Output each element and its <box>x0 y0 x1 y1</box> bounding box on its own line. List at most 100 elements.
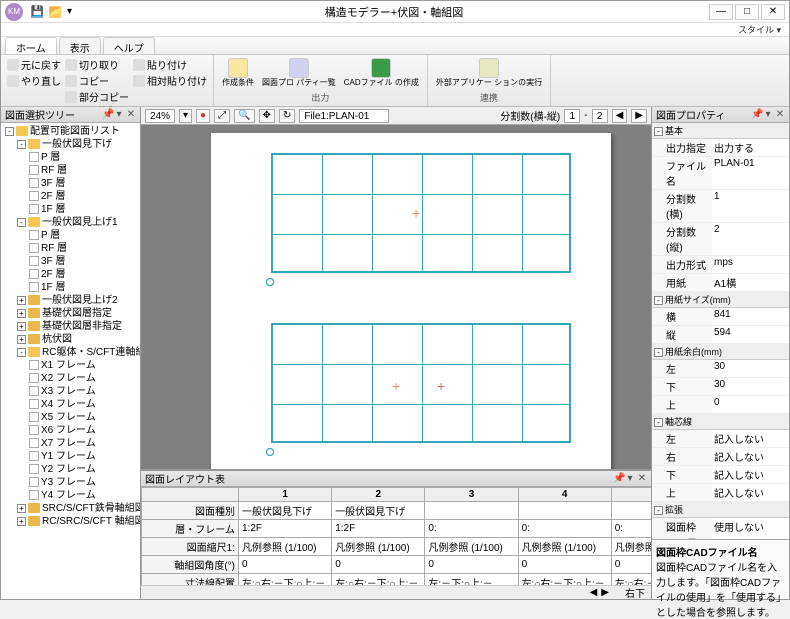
tab-view[interactable]: 表示 <box>59 37 101 54</box>
cut-button[interactable]: 切り取り <box>65 57 129 72</box>
property-list-button[interactable]: 図面プロ パティ一覧 <box>260 57 338 88</box>
table-header[interactable]: 4 <box>518 488 611 502</box>
tree-leaf[interactable]: RF 層 <box>29 164 138 177</box>
file-display[interactable]: File1:PLAN-01 <box>299 109 389 123</box>
tree-leaf[interactable]: X6 フレーム <box>29 424 138 437</box>
maximize-button[interactable]: □ <box>735 4 759 20</box>
property-row[interactable]: ファイル名PLAN-01 <box>652 157 789 190</box>
tab-help[interactable]: ヘルプ <box>103 37 155 54</box>
qat-dropdown-icon[interactable]: ▾ <box>67 6 79 18</box>
tab-home[interactable]: ホーム <box>5 37 57 54</box>
property-row[interactable]: 図面枠CADフ...使用しない <box>652 518 789 539</box>
split-v-input[interactable]: 2 <box>592 109 608 123</box>
prev-page-icon[interactable]: ◀ <box>612 109 628 123</box>
close-button[interactable]: ✕ <box>761 4 785 20</box>
create-cad-file-button[interactable]: CADファイル の作成 <box>342 57 421 88</box>
tree-close-icon[interactable]: ✕ <box>126 109 136 120</box>
property-grid[interactable]: -基本出力指定出力するファイル名PLAN-01分割数(横)1分割数(縦)2出力形… <box>652 123 789 539</box>
table-header[interactable]: 2 <box>332 488 425 502</box>
tree-dropdown-icon[interactable]: ▾ <box>114 109 124 120</box>
refresh-icon[interactable]: ↻ <box>279 109 295 123</box>
property-row[interactable]: 右記入しない <box>652 448 789 466</box>
qat-open-icon[interactable]: 📂 <box>49 6 61 18</box>
qat-save-icon[interactable]: 💾 <box>31 6 43 18</box>
tree-leaf[interactable]: 1F 層 <box>29 281 138 294</box>
tree-leaf[interactable]: X2 フレーム <box>29 372 138 385</box>
tree-leaf[interactable]: X1 フレーム <box>29 359 138 372</box>
property-row[interactable]: 用紙A1横 <box>652 274 789 292</box>
table-row[interactable]: 層・フレーム1:2F1:2F0:0:0:0:0: <box>142 520 652 538</box>
property-row[interactable]: 出力指定出力する <box>652 139 789 157</box>
property-row[interactable]: 上0 <box>652 396 789 414</box>
tree-node[interactable]: +一般伏図見上げ2 <box>17 294 138 307</box>
property-row[interactable]: 上記入しない <box>652 484 789 502</box>
create-conditions-button[interactable]: 作成条件 <box>220 57 256 88</box>
tree-leaf[interactable]: Y2 フレーム <box>29 463 138 476</box>
property-row[interactable]: 縦594 <box>652 326 789 344</box>
tree-leaf[interactable]: P 層 <box>29 151 138 164</box>
tree-node[interactable]: +RC/SRC/S/CFT 軸組図 <box>17 515 138 528</box>
relative-paste-button[interactable]: 相対貼り付け <box>133 73 207 88</box>
property-section[interactable]: -用紙サイズ(mm) <box>652 292 789 308</box>
layout-close-icon[interactable]: ✕ <box>637 473 647 484</box>
split-h-input[interactable]: 1 <box>564 109 580 123</box>
tree-leaf[interactable]: X4 フレーム <box>29 398 138 411</box>
property-section[interactable]: -基本 <box>652 123 789 139</box>
layout-dropdown-icon[interactable]: ▾ <box>625 473 635 484</box>
tree-leaf[interactable]: X5 フレーム <box>29 411 138 424</box>
tree-leaf[interactable]: 2F 層 <box>29 268 138 281</box>
property-row[interactable]: 出力形式mps <box>652 256 789 274</box>
paste-button[interactable]: 貼り付け <box>133 57 207 72</box>
scroll-right-icon[interactable]: ▶ <box>601 587 609 598</box>
undo-button[interactable]: 元に戻す <box>7 57 61 72</box>
prop-close-icon[interactable]: ✕ <box>775 109 785 120</box>
tree-pin-icon[interactable]: 📌 <box>102 109 112 120</box>
property-row[interactable]: 分割数(横)1 <box>652 190 789 223</box>
property-row[interactable]: 左記入しない <box>652 430 789 448</box>
property-section[interactable]: -拡張 <box>652 502 789 518</box>
table-row[interactable]: 寸法線配置左:○右:－下:○上:－左:○右:－下:○上:－左:－下:○上:－左:… <box>142 574 652 586</box>
zoom-dropdown-icon[interactable]: ▾ <box>179 109 192 123</box>
tree-node[interactable]: -一般伏図見下げP 層RF 層3F 層2F 層1F 層 <box>17 138 138 216</box>
tree-leaf[interactable]: Y3 フレーム <box>29 476 138 489</box>
tree-leaf[interactable]: Y4 フレーム <box>29 489 138 502</box>
drawing-tree[interactable]: -配置可能図面リスト-一般伏図見下げP 層RF 層3F 層2F 層1F 層-一般… <box>1 123 140 599</box>
property-row[interactable]: 横841 <box>652 308 789 326</box>
pan-icon[interactable]: ✥ <box>259 109 275 123</box>
tree-node[interactable]: -一般伏図見上げ1P 層RF 層3F 層2F 層1F 層 <box>17 216 138 294</box>
external-app-button[interactable]: 外部アプリケー ションの実行 <box>434 57 544 88</box>
zoom-fit-icon[interactable]: ⤢ <box>214 109 230 123</box>
scroll-left-icon[interactable]: ◀ <box>590 587 598 598</box>
property-row[interactable]: 左30 <box>652 360 789 378</box>
prop-pin-icon[interactable]: 📌 <box>751 109 761 120</box>
property-section[interactable]: -軸芯線 <box>652 414 789 430</box>
drawing-canvas[interactable]: + + + <box>141 125 651 469</box>
tree-node[interactable]: -RC躯体・S/CFT連軸組図X1 フレームX2 フレームX3 フレームX4 フ… <box>17 346 138 502</box>
table-header[interactable]: 3 <box>425 488 518 502</box>
table-row[interactable]: 図面縮尺1:凡例参照 (1/100)凡例参照 (1/100)凡例参照 (1/10… <box>142 538 652 556</box>
tree-leaf[interactable]: X3 フレーム <box>29 385 138 398</box>
layout-table[interactable]: 1234567図面種別一般伏図見下げ一般伏図見下げ層・フレーム1:2F1:2F0… <box>141 487 651 585</box>
tree-node[interactable]: +基礎伏図層非指定 <box>17 320 138 333</box>
partial-copy-button[interactable]: 部分コピー <box>65 89 129 104</box>
tree-leaf[interactable]: 3F 層 <box>29 255 138 268</box>
zoom-input[interactable]: 24% <box>145 109 175 123</box>
table-header[interactable]: 1 <box>239 488 332 502</box>
tree-node[interactable]: +基礎伏図層指定 <box>17 307 138 320</box>
tree-leaf[interactable]: 1F 層 <box>29 203 138 216</box>
table-row[interactable]: 軸組図角度(°)0000000 <box>142 556 652 574</box>
tree-leaf[interactable]: 3F 層 <box>29 177 138 190</box>
style-picker[interactable]: スタイル ▾ <box>1 23 789 37</box>
copy-button[interactable]: コピー <box>65 73 129 88</box>
next-page-icon[interactable]: ▶ <box>631 109 647 123</box>
property-section[interactable]: -用紙余白(mm) <box>652 344 789 360</box>
property-row[interactable]: 分割数(縦)2 <box>652 223 789 256</box>
redo-button[interactable]: やり直し <box>7 73 61 88</box>
layout-pin-icon[interactable]: 📌 <box>613 473 623 484</box>
tree-leaf[interactable]: X7 フレーム <box>29 437 138 450</box>
table-row[interactable]: 図面種別一般伏図見下げ一般伏図見下げ <box>142 502 652 520</box>
prop-dropdown-icon[interactable]: ▾ <box>763 109 773 120</box>
tree-leaf[interactable]: Y1 フレーム <box>29 450 138 463</box>
tree-leaf[interactable]: 2F 層 <box>29 190 138 203</box>
tree-node[interactable]: +SRC/S/CFT鉄骨軸組図 <box>17 502 138 515</box>
